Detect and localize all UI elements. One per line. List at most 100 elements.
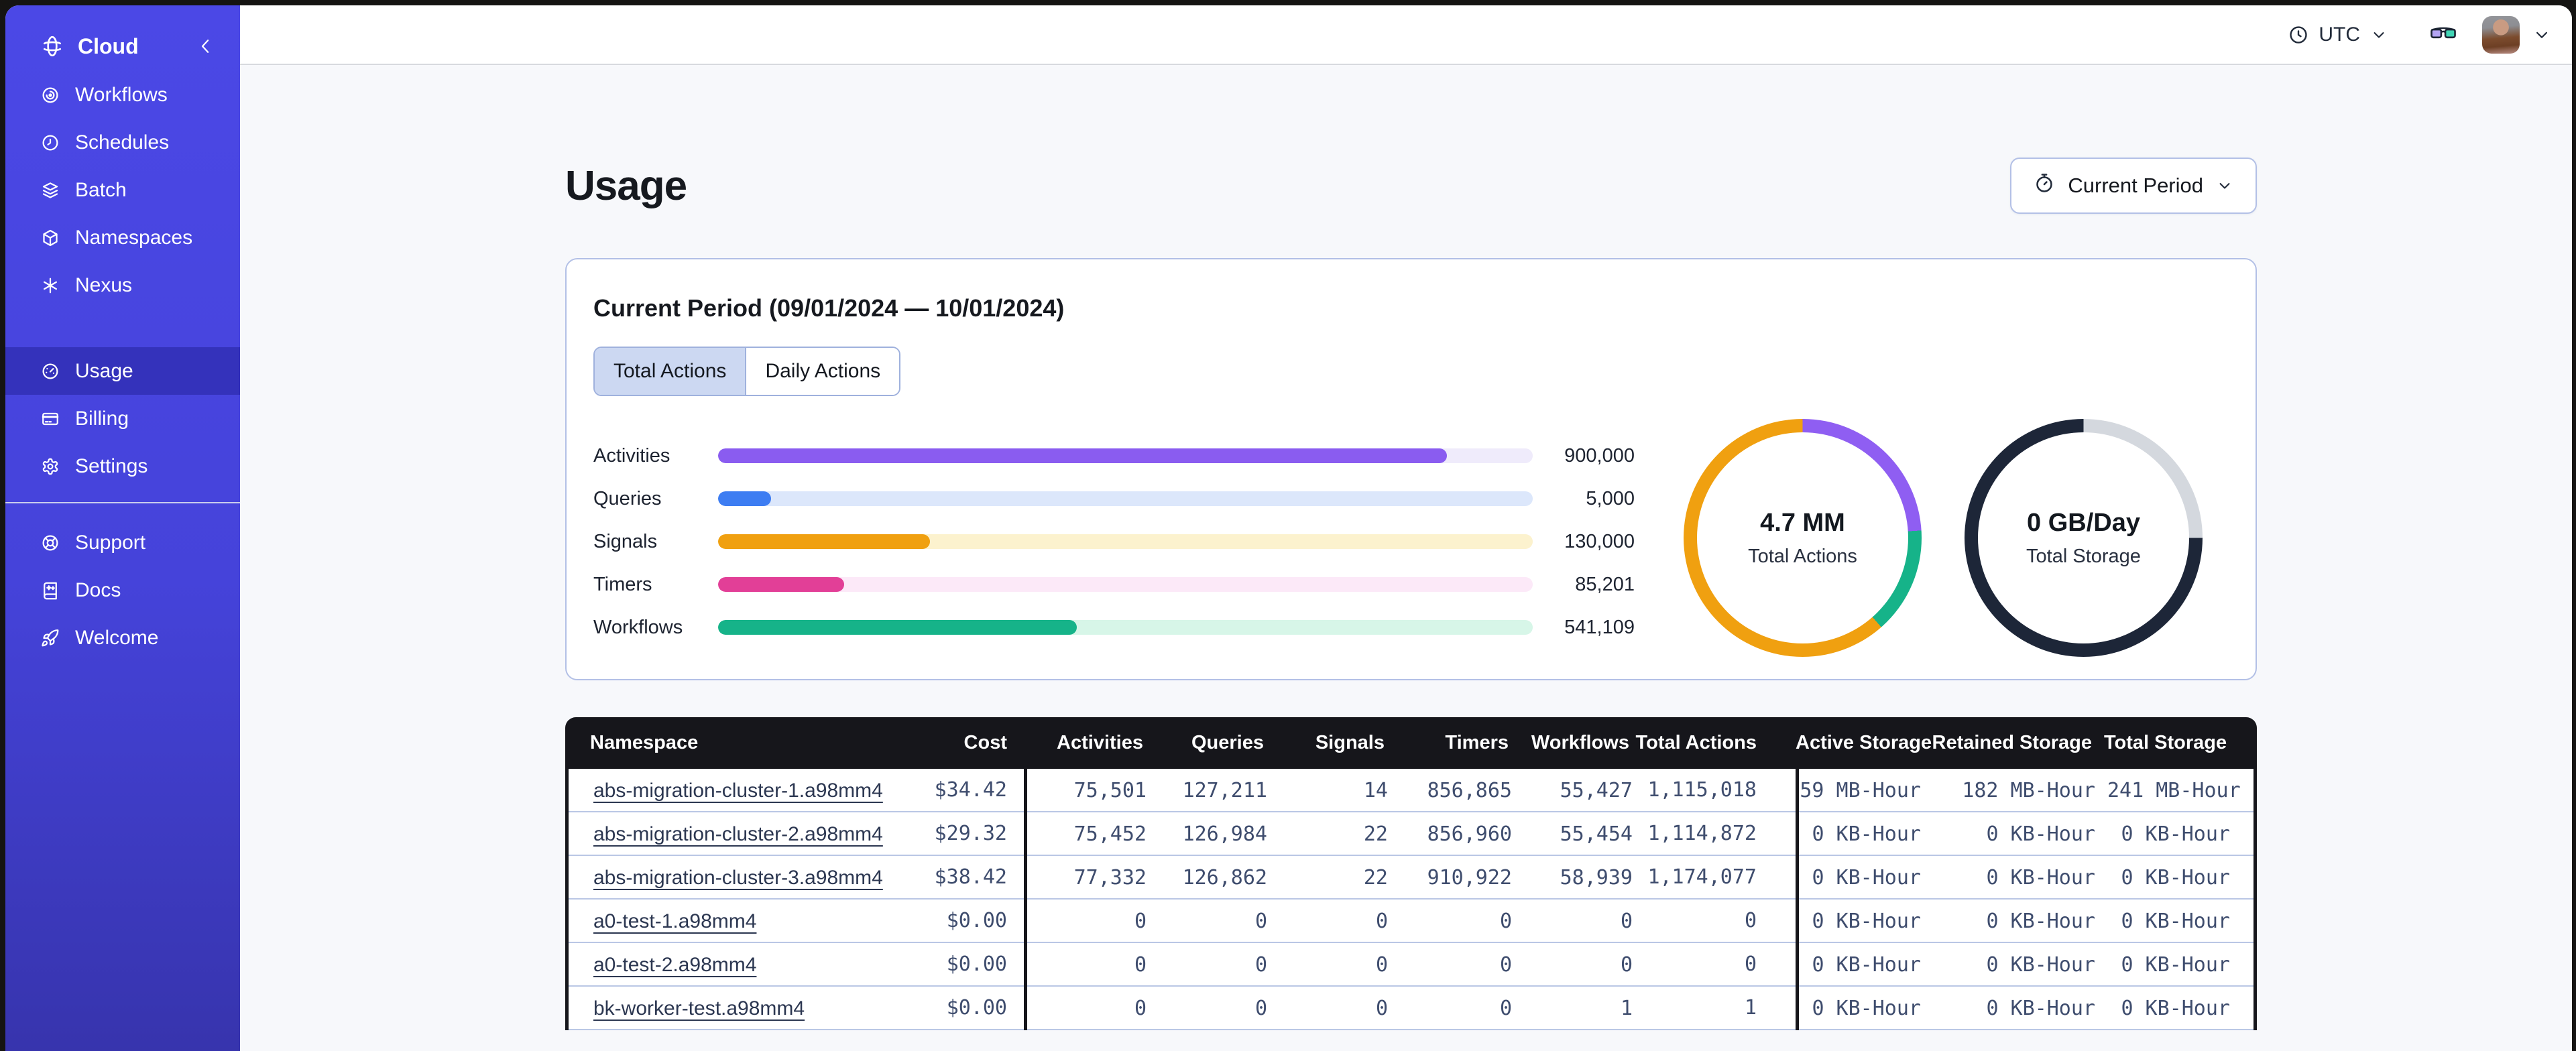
- reading-glasses-icon[interactable]: [2430, 22, 2457, 47]
- value-cell: 0: [1254, 953, 1267, 977]
- column-header-namespace: Namespace: [590, 732, 699, 753]
- value-cell: 0: [1134, 997, 1147, 1020]
- value-cell: 0: [1620, 910, 1633, 933]
- sidebar-item-label: Usage: [75, 359, 133, 382]
- user-menu-chevron-icon[interactable]: [2532, 25, 2552, 45]
- chevron-down-icon: [2369, 25, 2388, 44]
- bar-fill: [718, 491, 771, 506]
- namespace-cell: a0-test-2.a98mm4: [569, 953, 931, 977]
- donut-total-storage: 0 GB/Day Total Storage: [1965, 419, 2203, 657]
- sidebar-item-schedules[interactable]: Schedules: [5, 119, 240, 166]
- credit-card-icon: [40, 409, 60, 429]
- donut-center: 0 GB/Day Total Storage: [1978, 432, 2189, 643]
- table-row: a0-test-1.a98mm4 $0.00 0 0 0 0 0 0 0 KB-Hour 0 KB…: [569, 900, 2253, 943]
- sidebar-item-welcome[interactable]: Welcome: [5, 614, 240, 662]
- donut-label: Total Storage: [2026, 545, 2141, 567]
- namespace-cell: a0-test-1.a98mm4: [569, 910, 931, 933]
- page-header: Usage Current Period: [565, 65, 2257, 214]
- value-cell: 0: [1375, 910, 1388, 933]
- value-cell: 0: [1375, 997, 1388, 1020]
- column-header-active-storage: Active Storage: [1796, 732, 1932, 753]
- value-cell: 59 MB-Hour: [1800, 779, 1921, 802]
- sidebar-collapse-button[interactable]: [196, 36, 216, 56]
- namespace-link[interactable]: abs-migration-cluster-2.a98mm4: [593, 823, 883, 845]
- value-cell: 55,427: [1560, 779, 1633, 802]
- value-cell: 126,862: [1182, 866, 1267, 889]
- value-cell: 0: [1134, 953, 1147, 977]
- bar-track: [718, 620, 1533, 635]
- tab-daily-actions[interactable]: Daily Actions: [745, 348, 900, 395]
- actions-tab-group: Total Actions Daily Actions: [593, 347, 901, 396]
- sidebar-item-label: Welcome: [75, 626, 159, 649]
- period-selector-label: Current Period: [2068, 174, 2203, 197]
- column-header-total-actions: Total Actions: [1635, 732, 1757, 753]
- namespace-cell: abs-migration-cluster-1.a98mm4: [569, 779, 931, 802]
- sidebar-item-label: Billing: [75, 407, 129, 430]
- namespace-link[interactable]: abs-migration-cluster-1.a98mm4: [593, 780, 883, 802]
- sidebar: Cloud Workflows Schedules Batch Namespaces N…: [5, 5, 240, 1051]
- namespace-cell: abs-migration-cluster-3.a98mm4: [569, 866, 931, 889]
- value-cell: $0.00: [931, 987, 1027, 1030]
- value-cell: 0: [1499, 910, 1512, 933]
- sidebar-divider: [5, 502, 240, 503]
- bar-row-signals: Signals 130,000: [593, 530, 1635, 553]
- usage-card-title: Current Period (09/01/2024 — 10/01/2024): [593, 294, 1065, 322]
- namespace-link[interactable]: a0-test-1.a98mm4: [593, 910, 756, 932]
- main-area: UTC Usage Current Period Current Period …: [240, 5, 2572, 1051]
- bar-value: 5,000: [1586, 487, 1635, 509]
- bar-row-activities: Activities 900,000: [593, 444, 1635, 467]
- bar-label: Workflows: [593, 616, 683, 638]
- value-cell: 0: [1375, 953, 1388, 977]
- value-cell: 182 MB-Hour: [1962, 779, 2095, 802]
- value-cell: 0 KB-Hour: [1812, 997, 1921, 1020]
- sidebar-item-nexus[interactable]: Nexus: [5, 261, 240, 309]
- asterisk-icon: [40, 275, 60, 296]
- temporal-logo-icon: [40, 34, 64, 58]
- value-cell: 14: [1363, 779, 1388, 802]
- period-selector-button[interactable]: Current Period: [2010, 158, 2257, 214]
- value-cell: 126,984: [1182, 822, 1267, 846]
- chevron-down-icon: [2215, 176, 2234, 195]
- value-cell: 0 KB-Hour: [1812, 953, 1921, 977]
- namespace-link[interactable]: abs-migration-cluster-3.a98mm4: [593, 867, 883, 889]
- sidebar-item-label: Schedules: [75, 131, 170, 153]
- usage-card: Current Period (09/01/2024 — 10/01/2024)…: [565, 258, 2257, 680]
- namespace-link[interactable]: a0-test-2.a98mm4: [593, 954, 756, 976]
- sidebar-nav-footer: Support Docs Welcome: [5, 519, 240, 662]
- sidebar-item-usage[interactable]: Usage: [5, 347, 240, 395]
- value-cell: 0: [1499, 953, 1512, 977]
- sidebar-item-workflows[interactable]: Workflows: [5, 71, 240, 119]
- cube-icon: [40, 228, 60, 248]
- app-window: Cloud Workflows Schedules Batch Namespaces N…: [5, 5, 2572, 1051]
- user-avatar[interactable]: [2482, 15, 2520, 54]
- sidebar-item-billing[interactable]: Billing: [5, 395, 240, 442]
- sidebar-item-batch[interactable]: Batch: [5, 166, 240, 214]
- sidebar-item-docs[interactable]: Docs: [5, 566, 240, 614]
- namespace-usage-table: Namespace Cost Activities Queries Signals Tim…: [565, 717, 2257, 1030]
- bar-label: Timers: [593, 573, 652, 595]
- namespace-link[interactable]: bk-worker-test.a98mm4: [593, 997, 805, 1019]
- table-row: a0-test-2.a98mm4 $0.00 0 0 0 0 0 0 0 KB-Hour 0 KB…: [569, 943, 2253, 987]
- value-cell: 1,115,018: [1633, 769, 1799, 812]
- brand-label: Cloud: [78, 34, 139, 58]
- value-cell: 0 KB-Hour: [1986, 953, 2095, 977]
- sidebar-item-settings[interactable]: Settings: [5, 442, 240, 490]
- bar-row-workflows: Workflows 541,109: [593, 616, 1635, 639]
- column-header-cost: Cost: [963, 732, 1007, 753]
- value-cell: 0 KB-Hour: [2121, 953, 2230, 977]
- table-row: bk-worker-test.a98mm4 $0.00 0 0 0 0 1 1 0 KB-Hou…: [569, 987, 2253, 1030]
- bar-value: 130,000: [1564, 530, 1635, 552]
- sidebar-item-namespaces[interactable]: Namespaces: [5, 214, 240, 261]
- rocket-icon: [40, 628, 60, 648]
- sidebar-item-label: Support: [75, 531, 146, 554]
- value-cell: 0 KB-Hour: [1812, 822, 1921, 846]
- sidebar-item-support[interactable]: Support: [5, 519, 240, 566]
- tab-total-actions[interactable]: Total Actions: [595, 348, 746, 395]
- donut-value: 0 GB/Day: [2027, 508, 2140, 537]
- value-cell: 0: [1620, 953, 1633, 977]
- bar-fill: [718, 448, 1448, 463]
- timezone-selector[interactable]: UTC: [2288, 23, 2388, 46]
- sidebar-nav-main: Workflows Schedules Batch Namespaces Nexus: [5, 71, 240, 309]
- bar-value: 85,201: [1575, 573, 1635, 595]
- value-cell: $34.42: [931, 769, 1027, 812]
